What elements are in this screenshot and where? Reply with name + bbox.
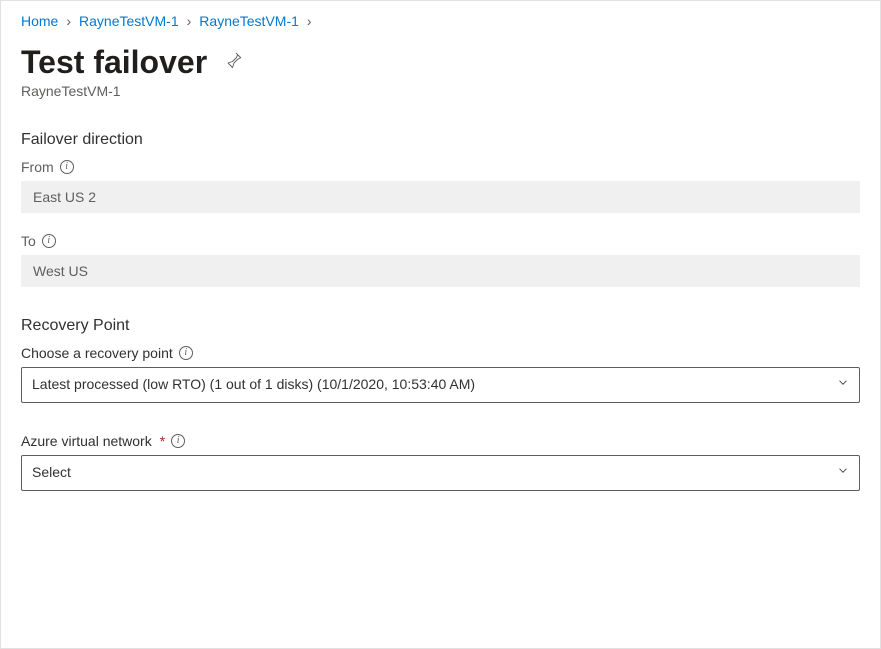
virtual-network-section: Azure virtual network * i Select [21, 433, 860, 491]
chevron-right-icon: › [66, 13, 71, 29]
failover-direction-title: Failover direction [21, 131, 860, 149]
virtual-network-label: Azure virtual network * i [21, 433, 860, 449]
from-label: From i [21, 159, 860, 175]
breadcrumb-home[interactable]: Home [21, 13, 58, 29]
pin-icon[interactable] [225, 51, 243, 74]
page-title: Test failover [21, 43, 207, 81]
recovery-point-title: Recovery Point [21, 317, 860, 335]
choose-recovery-label-text: Choose a recovery point [21, 345, 173, 361]
virtual-network-select[interactable]: Select [21, 455, 860, 491]
breadcrumb: Home › RayneTestVM-1 › RayneTestVM-1 › [21, 13, 860, 29]
breadcrumb-item-1[interactable]: RayneTestVM-1 [79, 13, 179, 29]
to-label: To i [21, 233, 860, 249]
breadcrumb-item-2[interactable]: RayneTestVM-1 [199, 13, 299, 29]
from-field: East US 2 [21, 181, 860, 213]
virtual-network-label-text: Azure virtual network [21, 433, 152, 449]
recovery-point-section: Recovery Point Choose a recovery point i… [21, 317, 860, 403]
recovery-point-select-wrap: Latest processed (low RTO) (1 out of 1 d… [21, 367, 860, 403]
page-subtitle: RayneTestVM-1 [21, 83, 860, 99]
to-field: West US [21, 255, 860, 287]
info-icon[interactable]: i [42, 234, 56, 248]
failover-direction-section: Failover direction From i East US 2 To i… [21, 131, 860, 287]
chevron-right-icon: › [307, 13, 312, 29]
info-icon[interactable]: i [179, 346, 193, 360]
from-label-text: From [21, 159, 54, 175]
chevron-right-icon: › [187, 13, 192, 29]
info-icon[interactable]: i [171, 434, 185, 448]
choose-recovery-label: Choose a recovery point i [21, 345, 860, 361]
title-row: Test failover [21, 43, 860, 81]
virtual-network-select-wrap: Select [21, 455, 860, 491]
recovery-point-select[interactable]: Latest processed (low RTO) (1 out of 1 d… [21, 367, 860, 403]
info-icon[interactable]: i [60, 160, 74, 174]
to-label-text: To [21, 233, 36, 249]
required-indicator: * [160, 433, 165, 449]
